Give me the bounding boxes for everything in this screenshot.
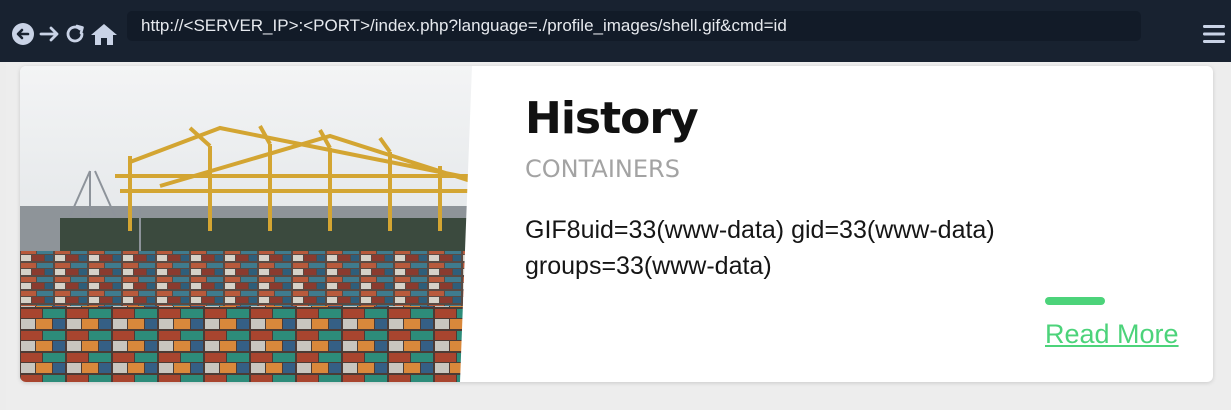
address-bar[interactable]: http://<SERVER_IP>:<PORT>/index.php?lang… <box>127 11 1141 41</box>
accent-divider <box>1045 297 1105 305</box>
card-body-text: GIF8uid=33(www-data) gid=33(www-data) gr… <box>525 216 995 280</box>
forward-icon <box>39 26 59 42</box>
back-icon <box>12 23 34 45</box>
port-containers-image <box>20 66 490 382</box>
reload-icon <box>66 24 84 43</box>
reload-button[interactable] <box>63 22 87 46</box>
browser-toolbar: http://<SERVER_IP>:<PORT>/index.php?lang… <box>0 0 1231 62</box>
home-icon <box>91 24 117 45</box>
history-card: History CONTAINERS GIF8uid=33(www-data) … <box>20 66 1213 382</box>
card-subtitle: CONTAINERS <box>525 155 680 183</box>
menu-icon <box>1203 25 1225 43</box>
back-button[interactable] <box>11 22 35 46</box>
read-more-link[interactable]: Read More <box>1045 319 1179 350</box>
forward-button[interactable] <box>38 22 62 46</box>
menu-button[interactable] <box>1203 24 1225 44</box>
home-button[interactable] <box>90 22 118 46</box>
card-title: History <box>525 93 699 144</box>
